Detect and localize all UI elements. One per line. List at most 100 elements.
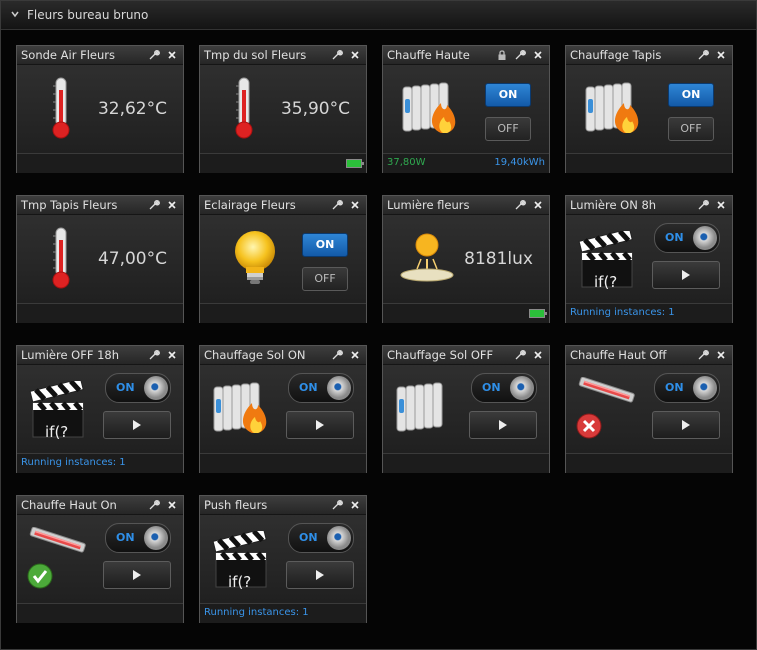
widget-header: Chauffe Haut Off — [566, 346, 732, 365]
wrench-icon[interactable] — [697, 49, 709, 61]
widget: Tmp Tapis Fleurs 47,00°C — [16, 195, 184, 323]
widget: Sonde Air Fleurs 32,62°C — [16, 45, 184, 173]
running-instances: Running instances: 1 — [204, 607, 309, 618]
widget-header: Lumière fleurs — [383, 196, 549, 215]
play-button[interactable] — [286, 561, 354, 589]
heater-icon — [402, 82, 456, 133]
toggle-knob[interactable] — [144, 376, 168, 400]
widget: Push fleurs if(? ON Running instances: 1 — [199, 495, 367, 623]
running-instances: Running instances: 1 — [570, 307, 675, 318]
infrared-heater-icon — [29, 527, 86, 553]
toggle-label: ON — [665, 381, 684, 394]
wrench-icon[interactable] — [697, 349, 709, 361]
scene-toggle[interactable]: ON — [105, 373, 171, 403]
close-icon[interactable] — [166, 49, 178, 61]
on-button[interactable]: ON — [668, 83, 714, 107]
wrench-icon[interactable] — [148, 49, 160, 61]
widget-header: Chauffage Sol OFF — [383, 346, 549, 365]
widget-body: if(? ON — [17, 365, 183, 453]
scene-toggle[interactable]: ON — [288, 523, 354, 553]
close-icon[interactable] — [349, 349, 361, 361]
widget: Lumière OFF 18h if(? ON Running instances: … — [16, 345, 184, 473]
widget-body: if(? ON — [566, 215, 732, 303]
scene-label: if(? — [45, 423, 69, 441]
scene-toggle[interactable]: ON — [654, 373, 720, 403]
widget: Chauffage Sol OFF ON — [382, 345, 550, 473]
widget-title: Chauffe Haute — [387, 48, 470, 62]
close-icon[interactable] — [532, 349, 544, 361]
widget: Chauffe Haut Off ON — [565, 345, 733, 473]
off-button[interactable]: OFF — [485, 117, 531, 141]
wrench-icon[interactable] — [148, 199, 160, 211]
play-icon — [133, 570, 141, 580]
widget-body: ON OFF — [566, 65, 732, 153]
toggle-knob[interactable] — [327, 526, 351, 550]
widget-footer: Running instances: 1 — [566, 303, 732, 323]
wrench-icon[interactable] — [514, 349, 526, 361]
widget-body: ON OFF — [383, 65, 549, 153]
widget-body: 8181lux — [383, 215, 549, 303]
play-button[interactable] — [103, 411, 171, 439]
lux-value: 8181lux — [464, 249, 533, 269]
scene-toggle[interactable]: ON — [471, 373, 537, 403]
toggle-knob[interactable] — [510, 376, 534, 400]
panel-header[interactable]: Fleurs bureau bruno — [1, 1, 756, 30]
close-icon[interactable] — [532, 199, 544, 211]
scene-toggle[interactable]: ON — [288, 373, 354, 403]
wrench-icon[interactable] — [331, 199, 343, 211]
widget-title: Eclairage Fleurs — [204, 198, 296, 212]
close-icon[interactable] — [715, 49, 727, 61]
close-icon[interactable] — [349, 199, 361, 211]
widget-footer — [17, 153, 183, 173]
widget-footer — [383, 303, 549, 323]
wrench-icon[interactable] — [331, 499, 343, 511]
wrench-icon[interactable] — [148, 349, 160, 361]
off-button[interactable]: OFF — [302, 267, 348, 291]
play-button[interactable] — [103, 561, 171, 589]
widget-header: Chauffe Haute — [383, 46, 549, 65]
play-button[interactable] — [652, 261, 720, 289]
widget-body: if(? ON — [200, 515, 366, 603]
close-icon[interactable] — [715, 199, 727, 211]
wrench-icon[interactable] — [697, 199, 709, 211]
close-icon[interactable] — [166, 499, 178, 511]
scene-toggle[interactable]: ON — [105, 523, 171, 553]
widget: Lumière ON 8h if(? ON Running instances: 1 — [565, 195, 733, 323]
wrench-icon[interactable] — [331, 49, 343, 61]
on-button[interactable]: ON — [302, 233, 348, 257]
widget-title: Lumière fleurs — [387, 198, 470, 212]
toggle-knob[interactable] — [693, 376, 717, 400]
widget-header: Chauffage Tapis — [566, 46, 732, 65]
scene-label: if(? — [594, 273, 618, 291]
scene-toggle[interactable]: ON — [654, 223, 720, 253]
play-button[interactable] — [469, 411, 537, 439]
close-icon[interactable] — [166, 199, 178, 211]
widget-footer: Running instances: 1 — [200, 603, 366, 623]
thermometer-icon — [52, 227, 70, 289]
toggle-knob[interactable] — [327, 376, 351, 400]
wrench-icon[interactable] — [514, 199, 526, 211]
toggle-label: ON — [116, 531, 135, 544]
play-icon — [316, 570, 324, 580]
wrench-icon[interactable] — [148, 499, 160, 511]
wrench-icon[interactable] — [331, 349, 343, 361]
widget-footer — [17, 303, 183, 323]
close-icon[interactable] — [166, 349, 178, 361]
play-button[interactable] — [652, 411, 720, 439]
play-button[interactable] — [286, 411, 354, 439]
on-button[interactable]: ON — [485, 83, 531, 107]
close-icon[interactable] — [349, 49, 361, 61]
close-icon[interactable] — [532, 49, 544, 61]
close-icon[interactable] — [349, 499, 361, 511]
scene-label: if(? — [228, 573, 252, 591]
toggle-knob[interactable] — [693, 226, 717, 250]
heater-icon — [213, 382, 267, 433]
close-icon[interactable] — [715, 349, 727, 361]
temperature-value: 47,00°C — [97, 249, 167, 269]
check-icon — [27, 563, 53, 589]
heater-icon — [396, 382, 443, 432]
off-button[interactable]: OFF — [668, 117, 714, 141]
wrench-icon[interactable] — [514, 49, 526, 61]
toggle-knob[interactable] — [144, 526, 168, 550]
chevron-down-icon[interactable] — [10, 9, 20, 19]
